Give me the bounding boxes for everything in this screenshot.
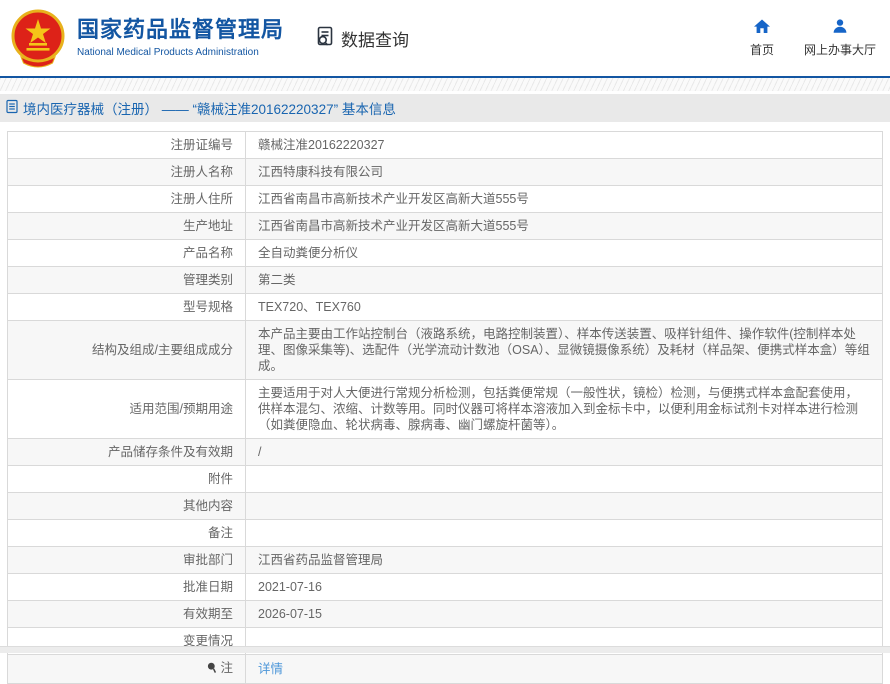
table-row: 注册证编号 赣械注准20162220327 <box>8 132 883 159</box>
breadcrumb: 境内医疗器械（注册） —— “赣械注准20162220327” 基本信息 <box>0 94 890 122</box>
row-value: 主要适用于对人大便进行常规分析检测，包括粪便常规（一般性状，镜检）检测，与便携式… <box>246 380 883 439</box>
table-row: 附件 <box>8 466 883 493</box>
row-label: 结构及组成/主要组成成分 <box>8 321 246 380</box>
data-query-tab[interactable]: 数据查询 <box>314 25 409 52</box>
table-row: 生产地址 江西省南昌市高新技术产业开发区高新大道555号 <box>8 213 883 240</box>
row-value: 江西省药品监督管理局 <box>246 547 883 574</box>
row-value <box>246 520 883 547</box>
hatched-strip <box>0 78 890 91</box>
row-value: 本产品主要由工作站控制台（液路系统，电路控制装置）、样本传送装置、吸样针组件、操… <box>246 321 883 380</box>
horizontal-scrollbar[interactable] <box>0 646 890 653</box>
nav-service-hall[interactable]: 网上办事大厅 <box>804 19 876 58</box>
table-row: 产品名称 全自动粪便分析仪 <box>8 240 883 267</box>
note-label: 注 <box>220 661 233 675</box>
row-label: 批准日期 <box>8 574 246 601</box>
document-icon <box>6 99 23 117</box>
row-value: 详情 <box>246 655 883 684</box>
table-row: 产品储存条件及有效期 / <box>8 439 883 466</box>
table-row: 注 详情 <box>8 655 883 684</box>
table-row: 适用范围/预期用途 主要适用于对人大便进行常规分析检测，包括粪便常规（一般性状，… <box>8 380 883 439</box>
table-row: 其他内容 <box>8 493 883 520</box>
row-label: 其他内容 <box>8 493 246 520</box>
table-row: 型号规格 TEX720、TEX760 <box>8 294 883 321</box>
header-nav: 首页 网上办事大厅 <box>750 19 876 58</box>
row-label: 产品储存条件及有效期 <box>8 439 246 466</box>
table-row: 批准日期 2021-07-16 <box>8 574 883 601</box>
table-row: 备注 <box>8 520 883 547</box>
row-label: 有效期至 <box>8 601 246 628</box>
row-label: 备注 <box>8 520 246 547</box>
document-search-icon <box>314 25 341 52</box>
row-value: 赣械注准20162220327 <box>246 132 883 159</box>
row-label: 注 <box>8 655 246 684</box>
row-label: 适用范围/预期用途 <box>8 380 246 439</box>
row-value: / <box>246 439 883 466</box>
table-row: 管理类别 第二类 <box>8 267 883 294</box>
table-row: 审批部门 江西省药品监督管理局 <box>8 547 883 574</box>
nav-home-label: 首页 <box>750 41 774 58</box>
table-row: 结构及组成/主要组成成分 本产品主要由工作站控制台（液路系统，电路控制装置）、样… <box>8 321 883 380</box>
home-icon <box>753 19 771 41</box>
title-block: 国家药品监督管理局 National Medical Products Admi… <box>77 18 284 57</box>
row-value <box>246 466 883 493</box>
table-row: 注册人名称 江西特康科技有限公司 <box>8 159 883 186</box>
site-subtitle: National Medical Products Administration <box>77 47 284 58</box>
page: 国家药品监督管理局 National Medical Products Admi… <box>0 0 890 684</box>
table-row: 注册人住所 江西省南昌市高新技术产业开发区高新大道555号 <box>8 186 883 213</box>
row-label: 生产地址 <box>8 213 246 240</box>
national-emblem-logo <box>8 8 68 68</box>
info-table: 注册证编号 赣械注准20162220327 注册人名称 江西特康科技有限公司 注… <box>7 131 883 684</box>
row-value: 2026-07-15 <box>246 601 883 628</box>
row-value: 第二类 <box>246 267 883 294</box>
row-value: 江西特康科技有限公司 <box>246 159 883 186</box>
row-label: 注册证编号 <box>8 132 246 159</box>
row-value <box>246 493 883 520</box>
site-title: 国家药品监督管理局 <box>77 18 284 42</box>
row-value: TEX720、TEX760 <box>246 294 883 321</box>
row-value: 2021-07-16 <box>246 574 883 601</box>
nav-service-hall-label: 网上办事大厅 <box>804 41 876 58</box>
row-label: 产品名称 <box>8 240 246 267</box>
row-label: 管理类别 <box>8 267 246 294</box>
row-value: 全自动粪便分析仪 <box>246 240 883 267</box>
row-value: 江西省南昌市高新技术产业开发区高新大道555号 <box>246 213 883 240</box>
row-value: 江西省南昌市高新技术产业开发区高新大道555号 <box>246 186 883 213</box>
row-label: 注册人住所 <box>8 186 246 213</box>
pin-icon <box>207 662 217 678</box>
detail-link[interactable]: 详情 <box>258 662 283 676</box>
site-header: 国家药品监督管理局 National Medical Products Admi… <box>0 0 890 76</box>
row-label: 注册人名称 <box>8 159 246 186</box>
row-label: 型号规格 <box>8 294 246 321</box>
nav-home[interactable]: 首页 <box>750 19 774 58</box>
person-icon <box>831 19 849 41</box>
table-row: 有效期至 2026-07-15 <box>8 601 883 628</box>
row-label: 审批部门 <box>8 547 246 574</box>
breadcrumb-text: 境内医疗器械（注册） —— “赣械注准20162220327” 基本信息 <box>23 98 396 118</box>
row-label: 附件 <box>8 466 246 493</box>
data-query-label: 数据查询 <box>341 26 409 51</box>
